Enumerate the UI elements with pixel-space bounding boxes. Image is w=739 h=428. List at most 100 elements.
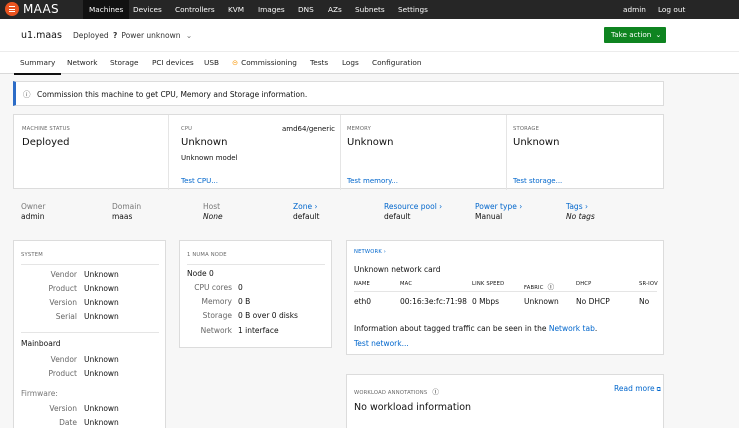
divider	[506, 115, 507, 190]
system-serial-value: Unknown	[84, 312, 119, 321]
overview-card: MACHINE STATUS Deployed CPU amd64/generi…	[13, 114, 664, 190]
network-card-name: Unknown network card	[354, 265, 441, 274]
tags-link[interactable]: Tags ›	[566, 202, 588, 211]
tab-network[interactable]: Network	[61, 52, 103, 74]
mainboard-heading: Mainboard	[21, 339, 61, 348]
machine-tabs: Summary Network Storage PCI devices USB …	[0, 51, 739, 75]
numa-memory-label: Memory	[201, 297, 232, 306]
nic-mac: 00:16:3e:fc:71:98	[400, 297, 467, 306]
external-link-icon: ⧉	[656, 386, 661, 393]
workload-title-label: WORKLOAD ANNOTATIONS	[354, 390, 428, 396]
power-type-link[interactable]: Power type ›	[475, 202, 522, 211]
firmware-date-label: Date	[59, 418, 77, 427]
maas-logo[interactable]: MAAS	[5, 2, 59, 16]
read-more-label: Read more	[614, 384, 655, 393]
chevron-down-icon: ⌄	[655, 30, 662, 39]
system-product-label: Product	[48, 284, 77, 293]
mainboard-vendor-value: Unknown	[84, 355, 119, 364]
machine-status-label: MACHINE STATUS	[22, 126, 71, 132]
network-tab-link[interactable]: Network tab	[549, 324, 595, 333]
workload-empty: No workload information	[354, 402, 472, 413]
system-card: SYSTEM Vendor Unknown Product Unknown Ve…	[13, 240, 166, 428]
notice-text: Commission this machine to get CPU, Memo…	[37, 90, 308, 99]
firmware-version-value: Unknown	[84, 404, 119, 413]
power-question-icon: ?	[113, 31, 118, 40]
firmware-heading: Firmware:	[21, 389, 58, 398]
col-sr-iov: SR-IOV	[639, 281, 658, 287]
col-mac: MAC	[400, 281, 413, 287]
system-vendor-label: Vendor	[50, 270, 77, 279]
numa-storage-value: 0 B over 0 disks	[238, 311, 298, 320]
firmware-date-value: Unknown	[84, 418, 119, 427]
col-link-speed: LINK SPEED	[472, 281, 505, 287]
read-more-link[interactable]: Read more ⧉	[614, 384, 661, 394]
tab-tests[interactable]: Tests	[304, 52, 334, 74]
workload-title: WORKLOAD ANNOTATIONS ⓘ	[354, 386, 439, 396]
col-dhcp: DHCP	[576, 281, 592, 287]
nav-devices[interactable]: Devices	[131, 0, 164, 19]
tab-logs[interactable]: Logs	[336, 52, 365, 74]
cpu-arch: amd64/generic	[282, 125, 335, 133]
brand-name: MAAS	[23, 2, 59, 16]
maas-logo-icon	[5, 2, 19, 16]
take-action-label: Take action	[611, 30, 652, 39]
tab-commissioning[interactable]: ⊝ Commissioning	[226, 52, 303, 74]
nav-subnets[interactable]: Subnets	[353, 0, 387, 19]
tab-summary[interactable]: Summary	[14, 52, 62, 75]
info-icon: ⓘ	[23, 90, 31, 99]
info-icon[interactable]: ⓘ	[548, 283, 555, 291]
owner-value: admin	[21, 212, 45, 221]
resource-pool-value: default	[384, 212, 411, 221]
commission-notice: ⓘ Commission this machine to get CPU, Me…	[13, 81, 664, 106]
top-navigation: MAAS Machines Devices Controllers KVM Im…	[0, 0, 739, 19]
network-info-text: Information about tagged traffic can be …	[354, 324, 549, 333]
memory-value: Unknown	[347, 137, 394, 148]
take-action-button[interactable]: Take action ⌄	[604, 27, 666, 43]
firmware-version-label: Version	[49, 404, 77, 413]
divider	[354, 291, 657, 292]
nav-azs[interactable]: AZs	[326, 0, 344, 19]
nav-dns[interactable]: DNS	[296, 0, 316, 19]
tab-configuration[interactable]: Configuration	[366, 52, 428, 74]
tab-pci-devices[interactable]: PCI devices	[146, 52, 200, 74]
storage-value: Unknown	[513, 137, 560, 148]
numa-title: 1 NUMA NODE	[187, 252, 227, 258]
nav-controllers[interactable]: Controllers	[173, 0, 217, 19]
network-info: Information about tagged traffic can be …	[354, 324, 597, 333]
nav-machines[interactable]: Machines	[83, 0, 130, 19]
storage-label: STORAGE	[513, 126, 540, 132]
cpu-value: Unknown	[181, 137, 228, 148]
divider	[340, 115, 341, 190]
resource-pool-link[interactable]: Resource pool ›	[384, 202, 442, 211]
warning-icon: ⊝	[232, 58, 239, 67]
numa-memory-value: 0 B	[238, 297, 251, 306]
nav-images[interactable]: Images	[256, 0, 287, 19]
nic-link-speed: 0 Mbps	[472, 297, 500, 306]
power-status-dropdown[interactable]: ? Power unknown ⌄	[113, 31, 192, 40]
nic-dhcp: No DHCP	[576, 297, 610, 306]
nav-user[interactable]: admin	[621, 0, 648, 19]
zone-link[interactable]: Zone ›	[293, 202, 317, 211]
numa-cpu-label: CPU cores	[194, 283, 232, 292]
test-network-link[interactable]: Test network...	[354, 339, 409, 348]
test-cpu-link[interactable]: Test CPU...	[181, 177, 218, 185]
mainboard-product-label: Product	[48, 369, 77, 378]
nav-settings[interactable]: Settings	[396, 0, 430, 19]
network-card: NETWORK › Unknown network card NAME MAC …	[346, 240, 664, 355]
host-label: Host	[203, 202, 221, 211]
machine-title: u1.maas	[21, 30, 62, 41]
test-storage-link[interactable]: Test storage...	[513, 177, 562, 185]
system-serial-label: Serial	[55, 312, 77, 321]
tab-storage[interactable]: Storage	[104, 52, 145, 74]
nav-logout[interactable]: Log out	[656, 0, 687, 19]
network-title-link[interactable]: NETWORK ›	[354, 249, 386, 255]
network-info-suffix: .	[594, 324, 598, 333]
machine-header: u1.maas Deployed ? Power unknown ⌄ Take a…	[0, 19, 739, 51]
tab-usb[interactable]: USB	[198, 52, 225, 74]
info-icon[interactable]: ⓘ	[432, 388, 439, 396]
col-name: NAME	[354, 281, 370, 287]
system-version-value: Unknown	[84, 298, 119, 307]
nav-kvm[interactable]: KVM	[226, 0, 246, 19]
numa-node: Node 0	[187, 269, 214, 278]
test-memory-link[interactable]: Test memory...	[347, 177, 398, 185]
